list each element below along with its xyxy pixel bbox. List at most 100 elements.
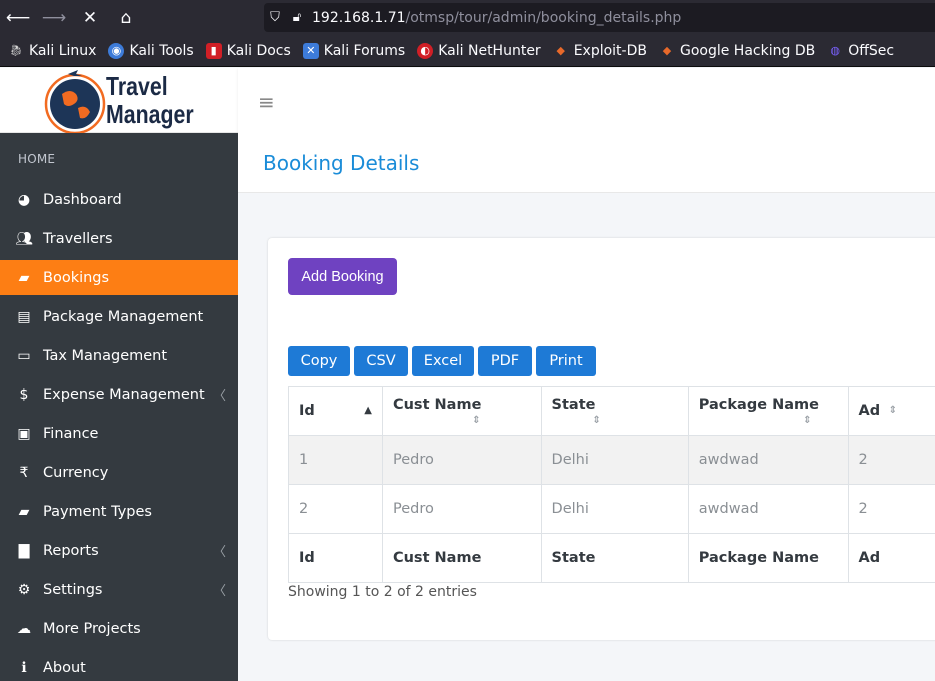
sidebar-item-label: Travellers [43,230,113,247]
sidebar-item-label: Payment Types [43,503,152,520]
content-header: Booking Details [238,133,935,193]
brand-logo[interactable]: Travel Manager [0,68,238,133]
column-label: State [551,396,596,413]
sidebar-item-package-management[interactable]: ▤ Package Management [0,299,238,334]
column-header-ad[interactable]: Ad ⇕ [847,386,935,436]
cell-state: Delhi [540,435,689,485]
sort-icon: ⇕ [472,414,481,426]
pdf-button[interactable]: PDF [478,346,532,376]
offsec-icon: ◍ [830,44,840,57]
sort-icon: ⇕ [592,414,601,426]
column-label: Id [299,403,315,419]
bookmark-kali-nethunter[interactable]: ◐ Kali NetHunter [417,42,541,59]
sidebar-item-settings[interactable]: ⚙ Settings 〈 [0,572,238,607]
sidebar-item-label: Bookings [43,269,110,286]
logo-text: Travel Manager [106,72,194,128]
page-title: Booking Details [263,151,420,175]
gear-icon: ⚙ [17,581,31,598]
sidebar-heading: HOME [18,152,56,166]
footer-package-name: Package Name [687,533,849,583]
insecure-lock-icon[interactable]: 🔓︎ [286,10,308,25]
sidebar-item-bookings[interactable]: ▰ Bookings [0,260,238,295]
bookmark-kali-docs[interactable]: ▮ Kali Docs [205,42,291,59]
forward-icon[interactable]: ⟶ [36,0,72,35]
copy-button[interactable]: Copy [288,346,350,376]
print-button[interactable]: Print [536,346,596,376]
table-row[interactable]: 1 Pedro Delhi awdwad 2 [288,435,935,485]
back-icon[interactable]: ⟵ [0,0,36,35]
sidebar-item-about[interactable]: ℹ About [0,650,238,681]
export-buttons: Copy CSV Excel PDF Print [288,346,600,376]
column-header-state[interactable]: State ⇕ [540,386,689,436]
sidebar-item-dashboard[interactable]: ◕ Dashboard [0,182,238,217]
column-header-cust-name[interactable]: Cust Name ⇕ [381,386,542,436]
cell-id: 1 [288,435,383,485]
excel-button[interactable]: Excel [412,346,474,376]
bookmark-offsec[interactable]: ◍ OffSec [827,43,894,59]
exploit-db-icon: ◆ [556,44,565,57]
sidebar-item-payment-types[interactable]: ▰ Payment Types [0,494,238,529]
chevron-left-icon: 〈 [212,584,226,599]
url-host: 192.168.1.71 [312,9,406,26]
cell-ad: 2 [847,484,935,534]
bookmark-label: Kali Docs [226,42,291,59]
kali-icon: 🐉︎ [9,44,23,57]
column-label: Cust Name [392,396,482,413]
cell-id: 2 [288,484,383,534]
sidebar-item-label: Package Management [43,308,204,325]
bookmark-label: Google Hacking DB [679,42,816,59]
sidebar-item-label: Settings [43,581,103,598]
column-header-id[interactable]: Id ▲ [288,386,383,436]
sidebar-item-expense-management[interactable]: $ Expense Management 〈 [0,377,238,412]
cell-state: Delhi [540,484,689,534]
sidebar-item-tax-management[interactable]: ▭ Tax Management [0,338,238,373]
credit-card-icon: ▭ [17,347,31,364]
bookmark-kali-linux[interactable]: 🐉︎ Kali Linux [8,43,96,59]
ghdb-icon: ◆ [662,44,672,57]
menu-toggle-icon[interactable]: ≡ [258,90,275,114]
logo-line1: Travel [106,71,168,101]
footer-ad: Ad [847,533,935,583]
sidebar-item-currency[interactable]: ₹ Currency [0,455,238,490]
sidebar-item-label: Expense Management [43,386,205,403]
sort-icon: ⇕ [888,405,897,416]
column-label: Ad [858,403,881,419]
shield-icon[interactable]: ⛉ [264,10,286,25]
sidebar-item-finance[interactable]: ▣ Finance [0,416,238,451]
add-booking-button[interactable]: Add Booking [288,258,397,295]
url-text[interactable]: 192.168.1.71/otmsp/tour/admin/booking_de… [312,10,681,26]
sidebar-item-label: Currency [43,464,109,481]
cell-cust-name: Pedro [381,484,542,534]
bookmark-kali-forums[interactable]: ✕ Kali Forums [302,42,406,59]
sort-icon: ⇕ [803,414,812,426]
bookmark-kali-tools[interactable]: ◉ Kali Tools [108,42,194,59]
stop-icon[interactable]: ✕ [72,0,108,35]
csv-button[interactable]: CSV [354,346,408,376]
bookmark-label: Exploit-DB [573,42,647,59]
footer-id: Id [288,533,383,583]
home-icon[interactable]: ⌂ [108,0,144,35]
table-row[interactable]: 2 Pedro Delhi awdwad 2 [288,484,935,534]
dollar-icon: $ [19,386,29,403]
info-icon: ℹ [21,659,27,676]
bookmark-label: Kali Forums [323,42,406,59]
sidebar-item-travellers[interactable]: 👥︎ Travellers [0,221,238,256]
booking-card: Add Booking Copy CSV Excel PDF Print Id ▲… [268,238,935,640]
money-bill-icon: ▣ [17,425,31,442]
sidebar-item-reports[interactable]: ▇ Reports 〈 [0,533,238,568]
report-icon: ▇ [18,542,30,559]
browser-toolbar: ⟵ ⟶ ✕ ⌂ ⛉ 🔓︎ 192.168.1.71/otmsp/tour/adm… [0,0,935,35]
url-path: /otmsp/tour/admin/booking_details.php [405,9,682,26]
bookmark-exploit-db[interactable]: ◆ Exploit-DB [553,43,647,59]
sidebar-item-label: Dashboard [43,191,122,208]
sidebar-item-more-projects[interactable]: ☁ More Projects [0,611,238,646]
chevron-left-icon: 〈 [212,389,226,404]
sidebar-item-label: Tax Management [43,347,168,364]
column-header-package-name[interactable]: Package Name ⇕ [687,386,849,436]
bookings-table: Id ▲ Cust Name ⇕ State ⇕ Package Name ⇕ Ad ⇕ … [288,386,935,583]
url-bar[interactable]: ⛉ 🔓︎ 192.168.1.71/otmsp/tour/admin/booki… [264,3,935,32]
bookmark-google-hacking-db[interactable]: ◆ Google Hacking DB [659,43,815,59]
sidebar-item-label: About [43,659,86,676]
nethunter-icon: ◐ [417,42,434,59]
kali-docs-icon: ▮ [205,42,222,59]
